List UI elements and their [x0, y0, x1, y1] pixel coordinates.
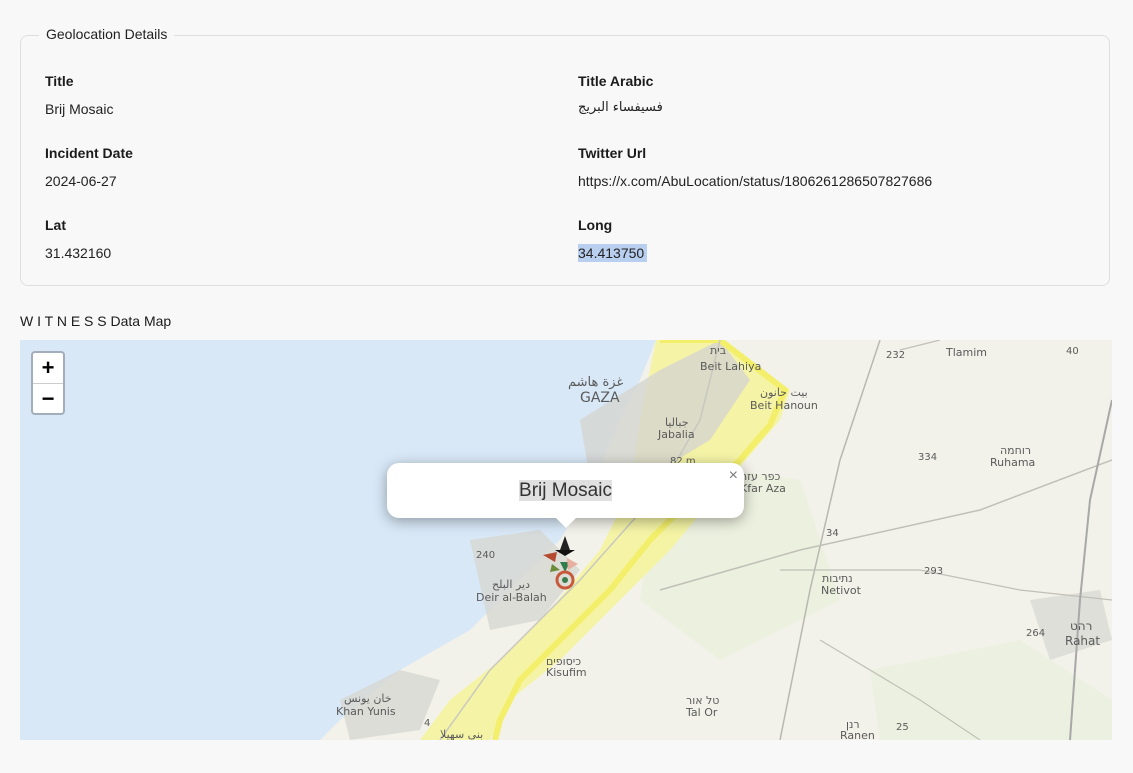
map-label: Kisufim [546, 666, 587, 679]
map-tiles[interactable]: בית Beit Lahiya بيت حانون Beit Hanoun غز… [20, 340, 1112, 740]
map-label: Kfar Aza [740, 482, 786, 495]
map-title: W I T N E S S Data Map [20, 313, 172, 329]
map-label: دير البلح [492, 578, 530, 591]
road-label: 40 [1066, 346, 1079, 357]
map-label: Jabalia [657, 428, 695, 441]
road-label: 4 [424, 718, 430, 729]
map-label: Rahat [1065, 634, 1100, 648]
map-label: Beit Hanoun [750, 399, 818, 412]
map-label: Deir al-Balah [476, 591, 547, 604]
map-label: רהט [1070, 619, 1092, 633]
lat-label: Lat [45, 217, 66, 233]
long-label: Long [578, 217, 613, 233]
map-label: Khan Yunis [336, 705, 396, 718]
popup-tip [555, 517, 577, 528]
twitter-url-value: https://x.com/AbuLocation/status/1806261… [578, 173, 933, 189]
map-label: Tal Or [685, 706, 718, 719]
map-label: Tlamim [945, 346, 987, 359]
panel-legend: Geolocation Details [39, 26, 175, 42]
map-label: غزة هاشم [568, 375, 623, 390]
title-arabic-value: فسيفساء البريج [578, 100, 663, 115]
map-label: GAZA [580, 390, 620, 406]
zoom-in-button[interactable]: + [33, 353, 63, 384]
map-label: بني سهيلا [440, 728, 483, 740]
road-label: 232 [886, 350, 905, 361]
map-label: Ranen [840, 729, 875, 740]
lat-value: 31.432160 [45, 245, 112, 261]
incident-date-value: 2024-06-27 [45, 173, 117, 189]
data-map[interactable]: בית Beit Lahiya بيت حانون Beit Hanoun غز… [20, 340, 1112, 740]
zoom-control: + − [31, 351, 65, 415]
road-label: 34 [826, 528, 839, 539]
road-label: 334 [918, 452, 937, 463]
road-label: 293 [924, 566, 943, 577]
popup-title: Brij Mosaic [387, 480, 744, 502]
map-label: Ruhama [990, 456, 1035, 469]
map-label: خان يونس [344, 692, 392, 705]
long-value: 34.413750 [578, 244, 648, 262]
road-label: 264 [1026, 628, 1045, 639]
map-label: Beit Lahiya [700, 360, 761, 373]
map-label: بيت حانون [760, 386, 808, 399]
marker-popup: × Brij Mosaic [387, 463, 744, 528]
long-value-selection: 34.413750 [578, 244, 648, 262]
zoom-out-button[interactable]: − [33, 384, 63, 414]
title-value: Brij Mosaic [45, 101, 114, 117]
twitter-url-label: Twitter Url [578, 145, 647, 161]
title-label: Title [45, 73, 74, 89]
incident-date-label: Incident Date [45, 145, 133, 161]
road-label: 240 [476, 550, 495, 561]
title-arabic-label: Title Arabic [578, 73, 654, 89]
geolocation-details-panel: Geolocation Details Title Brij Mosaic Ti… [20, 26, 1110, 286]
map-label: Netivot [821, 584, 862, 597]
map-label: בית [710, 344, 726, 357]
popup-title-text: Brij Mosaic [519, 480, 612, 501]
road-label: 25 [896, 722, 909, 733]
